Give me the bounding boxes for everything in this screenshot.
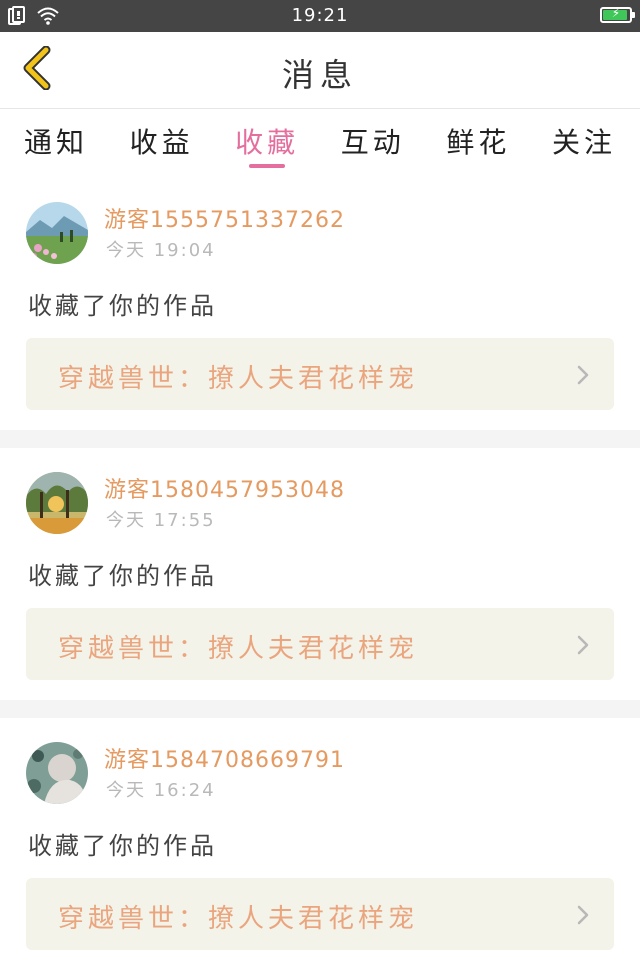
work-link[interactable]: 穿越兽世：撩人夫君花样宠 [26, 608, 614, 680]
avatar[interactable] [26, 742, 88, 804]
work-link[interactable]: 穿越兽世：撩人夫君花样宠 [26, 878, 614, 950]
tab-favorites[interactable]: 收藏 [231, 109, 303, 173]
avatar[interactable] [26, 202, 88, 264]
list-item: 游客1580457953048 今天 17:55 收藏了你的作品 穿越兽世：撩人… [0, 448, 640, 700]
avatar[interactable] [26, 472, 88, 534]
work-title: 穿越兽世：撩人夫君花样宠 [58, 904, 419, 934]
timestamp: 今天 16:24 [106, 780, 216, 801]
list-item: 游客1584708669791 今天 16:24 收藏了你的作品 穿越兽世：撩人… [0, 718, 640, 970]
active-tab-indicator [249, 164, 286, 168]
tab-follows[interactable]: 关注 [548, 109, 620, 173]
message-list: 游客1555751337262 今天 19:04 收藏了你的作品 穿越兽世：撩人… [0, 178, 640, 970]
tab-label: 收藏 [235, 126, 300, 159]
tab-flowers[interactable]: 鲜花 [442, 109, 514, 173]
chevron-right-icon [576, 634, 590, 660]
list-item: 游客1555751337262 今天 19:04 收藏了你的作品 穿越兽世：撩人… [0, 178, 640, 430]
battery-icon: ⚡ [600, 6, 635, 23]
page-title: 消息 [281, 56, 358, 94]
work-title: 穿越兽世：撩人夫君花样宠 [58, 634, 419, 664]
status-bar: 19:21 ⚡ [0, 0, 640, 32]
tab-label: 通知 [23, 126, 88, 159]
chevron-right-icon [576, 364, 590, 390]
timestamp: 今天 19:04 [106, 240, 216, 261]
tab-label: 关注 [551, 126, 616, 159]
tab-label: 互动 [340, 126, 405, 159]
status-time: 19:21 [291, 5, 349, 26]
work-title: 穿越兽世：撩人夫君花样宠 [58, 364, 419, 394]
divider [0, 430, 640, 448]
timestamp: 今天 17:55 [106, 510, 216, 531]
action-text: 收藏了你的作品 [28, 562, 217, 590]
username[interactable]: 游客1580457953048 [104, 472, 345, 504]
username[interactable]: 游客1584708669791 [104, 742, 345, 774]
work-link[interactable]: 穿越兽世：撩人夫君花样宠 [26, 338, 614, 410]
tab-interactions[interactable]: 互动 [337, 109, 409, 173]
tab-bar: 通知 收益 收藏 互动 鲜花 关注 [0, 109, 640, 173]
divider [0, 700, 640, 718]
tab-label: 收益 [129, 126, 194, 159]
tab-label: 鲜花 [446, 126, 511, 159]
chevron-right-icon [576, 904, 590, 930]
tab-notifications[interactable]: 通知 [20, 109, 92, 173]
action-text: 收藏了你的作品 [28, 292, 217, 320]
username[interactable]: 游客1555751337262 [104, 202, 345, 234]
header: 消息 [0, 32, 640, 109]
action-text: 收藏了你的作品 [28, 832, 217, 860]
tab-earnings[interactable]: 收益 [126, 109, 198, 173]
